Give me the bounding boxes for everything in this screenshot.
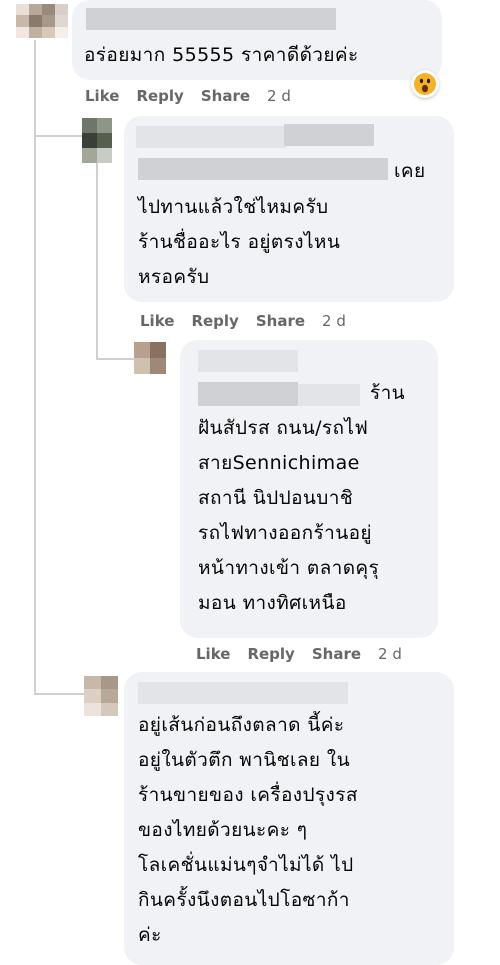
share-button[interactable]: Share (201, 87, 250, 105)
redacted-author-name (86, 8, 336, 30)
comment-text: ร้านชื่ออะไร อยู่ตรงไหน (138, 231, 341, 253)
comment-text: ค่ะ (138, 924, 162, 946)
like-button[interactable]: Like (85, 87, 119, 105)
comment-text: ร้านขายของ เครื่องปรุงรส (138, 784, 358, 806)
reply-button[interactable]: Reply (136, 87, 183, 105)
comment-bubble: ร้าน ฝันสัปรส ถนน/รถไฟ สายSennichimae สถ… (180, 340, 438, 638)
share-button[interactable]: Share (256, 312, 305, 330)
comment-text: ของไทยด้วยนะคะ ๆ (138, 819, 308, 841)
comment-text: เคย (394, 160, 426, 182)
thread-line-reply-branch (34, 135, 84, 137)
comment-text: สายSennichimae (198, 452, 360, 474)
redacted-author-name (136, 126, 286, 148)
avatar[interactable] (16, 4, 68, 38)
redacted-mention (298, 384, 360, 406)
comment-text: ฝันสัปรส ถนน/รถไฟ (198, 417, 369, 439)
comment-actions: Like Reply Share 2 d (140, 312, 363, 330)
timestamp[interactable]: 2 d (378, 645, 402, 663)
avatar[interactable] (82, 118, 112, 163)
redacted-author-name (198, 350, 298, 372)
comment-text: สถานี นิปปอนบาชิ (198, 487, 354, 509)
comment-bubble: อยู่เส้นก่อนถึงตลาด นี้ค่ะ อยู่ในตัวตึก … (124, 672, 454, 965)
comment-text: รถไฟทางออกร้านอยู่ (198, 522, 372, 544)
thread-line-main (34, 40, 36, 695)
timestamp[interactable]: 2 d (267, 87, 291, 105)
thread-line-sub (96, 160, 98, 360)
comment-text: อยู่ในตัวตึก พานิชเลย ใน (138, 749, 350, 771)
comment-bubble: เคย ไปทานแล้วใช่ไหมครับ ร้านชื่ออะไร อยู… (124, 116, 454, 302)
avatar[interactable] (84, 676, 118, 716)
comment-text: อยู่เส้นก่อนถึงตลาด นี้ค่ะ (138, 714, 345, 736)
reply-button[interactable]: Reply (247, 645, 294, 663)
comment-text: กินครั้งนึงตอนไปโอซาก้า (138, 889, 350, 911)
redacted-author-name (138, 682, 348, 704)
comment-bubble: อร่อยมาก 55555 ราคาดีด้วยค่ะ (72, 0, 442, 80)
comment-text: หรอครับ (138, 266, 210, 288)
timestamp[interactable]: 2 d (322, 312, 346, 330)
thread-line-sub-branch (96, 358, 134, 360)
comment-text: โลเคชั่นแม่นๆจำไม่ได้ ไป (138, 854, 354, 876)
comment-text: ไปทานแล้วใช่ไหมครับ (138, 196, 329, 218)
comment-text: อร่อยมาก 55555 ราคาดีด้วยค่ะ (84, 44, 359, 66)
comment-actions: Like Reply Share 2 d (85, 87, 308, 105)
wow-emoji-icon[interactable] (411, 70, 439, 98)
reply-button[interactable]: Reply (191, 312, 238, 330)
thread-line-main-branch (34, 693, 84, 695)
comment-text: ร้าน (370, 382, 406, 404)
comment-actions: Like Reply Share 2 d (196, 645, 419, 663)
redacted-mention (198, 382, 298, 406)
share-button[interactable]: Share (312, 645, 361, 663)
redacted-author-name (284, 124, 374, 146)
like-button[interactable]: Like (140, 312, 174, 330)
like-button[interactable]: Like (196, 645, 230, 663)
redacted-mention (138, 158, 388, 180)
comment-text: มอน ทางทิศเหนือ (198, 592, 347, 614)
comment-text: หน้าทางเข้า ตลาดคุรุ (198, 557, 380, 579)
avatar[interactable] (134, 342, 166, 374)
